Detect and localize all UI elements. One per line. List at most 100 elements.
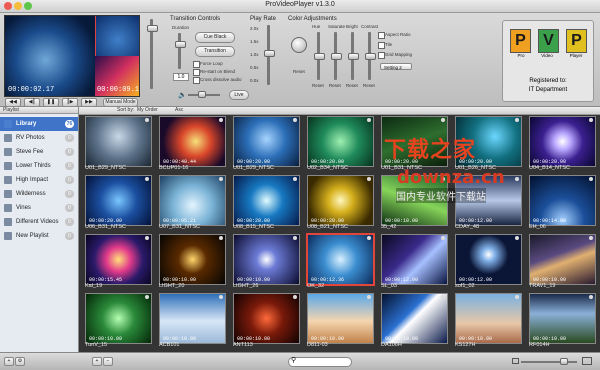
clip-tile[interactable]: 00:00:12.00 SL_03 — [379, 233, 448, 292]
clip-tile[interactable]: 00:00:10.00 TRAV1_19 — [527, 233, 596, 292]
reset-label-2[interactable]: Reset — [329, 83, 341, 88]
clip-info-icon[interactable] — [293, 236, 297, 240]
sidebar-item-lower-thirds[interactable]: Lower Thirds 0 — [0, 159, 78, 173]
clip-info-icon[interactable] — [515, 118, 519, 122]
clip-info-icon[interactable] — [367, 236, 371, 240]
clip-tile[interactable]: 00:00:15.45 Kal_19 — [83, 233, 152, 292]
clip-thumbnail[interactable]: 00:00:10.00 — [85, 293, 152, 344]
sidebar-item-high-impact[interactable]: High Impact 0 — [0, 173, 78, 187]
clip-tile[interactable]: 00:00:20.00 U04_B14_NTSC — [527, 115, 596, 174]
sidebar-item-library[interactable]: Library 76 — [0, 117, 78, 131]
hue-knob[interactable] — [314, 53, 325, 60]
clip-info-icon[interactable] — [219, 236, 223, 240]
master-color-dial[interactable] — [291, 37, 307, 53]
saturate-knob[interactable] — [331, 53, 342, 60]
clip-info-icon[interactable] — [589, 118, 593, 122]
reset-label-4[interactable]: Reset — [363, 83, 375, 88]
cue-black-button[interactable]: Cue Black — [195, 32, 235, 43]
step-forward-icon[interactable]: ┃▶ — [62, 98, 78, 107]
step-back-icon[interactable]: ◀┃ — [24, 98, 40, 107]
clip-tile[interactable]: 00:00:10.00 ANT113 — [231, 292, 300, 351]
clip-thumbnail[interactable]: 00:00:10.00 — [233, 293, 300, 344]
clip-thumbnail[interactable]: 00:00:10.00 — [233, 234, 300, 285]
clip-info-icon[interactable] — [515, 177, 519, 181]
clip-thumbnail[interactable]: 00:00:10.00 — [529, 234, 596, 285]
sidebar-item-wilderness[interactable]: Wilderness 0 — [0, 187, 78, 201]
preview-monitor[interactable]: 00:00:02.17 00:00:09.13 — [4, 15, 140, 97]
clip-thumbnail[interactable]: 00:00:10.00 — [455, 293, 522, 344]
clip-info-icon[interactable] — [589, 295, 593, 299]
clip-tile[interactable]: 00:00:10.00 LIGHT_26 — [231, 233, 300, 292]
duration-knob[interactable] — [175, 41, 186, 48]
clip-thumbnail[interactable]: 00:00:10.00 — [381, 293, 448, 344]
playlist-gear-icon[interactable]: ⚙ — [15, 357, 25, 366]
clip-info-icon[interactable] — [441, 295, 445, 299]
clip-info-icon[interactable] — [515, 236, 519, 240]
remove-clip-icon[interactable]: − — [103, 357, 113, 366]
sidebar-item-rv-photos[interactable]: RV Photos 0 — [0, 131, 78, 145]
clip-tile[interactable]: 00:00:20.00 U08_B21_NTSC — [305, 174, 374, 233]
clip-thumbnail[interactable]: 00:00:20.00 — [233, 116, 300, 167]
duration-slider[interactable] — [178, 33, 181, 69]
clip-tile[interactable]: 00:00:20.00 U06_B31_NTSC — [83, 174, 152, 233]
fast-forward-icon[interactable]: ▶▶ — [81, 98, 97, 107]
sidebar-item-different-videos[interactable]: Different Videos 0 — [0, 215, 78, 229]
clip-thumbnail[interactable]: 00:00:10.00 — [307, 293, 374, 344]
thumb-size-knob[interactable] — [560, 358, 568, 365]
clip-thumbnail[interactable] — [85, 116, 152, 167]
play-rate-knob[interactable] — [264, 50, 275, 57]
clip-tile[interactable]: 00:00:10.00 DA106H — [379, 292, 448, 351]
force-loop-checkbox[interactable] — [193, 61, 200, 68]
master-fader-knob[interactable] — [147, 25, 158, 32]
clip-thumbnail[interactable]: 00:00:20.00 — [529, 116, 596, 167]
duration-field[interactable]: 1.0 — [173, 73, 189, 81]
clip-info-icon[interactable] — [441, 236, 445, 240]
clip-tile[interactable]: U01_B29_NTSC — [83, 115, 152, 174]
clip-tile[interactable]: 00:00:20.00 U02_B34_NTSC — [305, 115, 374, 174]
clip-info-icon[interactable] — [367, 118, 371, 122]
clip-info-icon[interactable] — [293, 295, 297, 299]
clip-thumbnail[interactable]: 00:00:10.00 — [159, 234, 226, 285]
volume-knob[interactable] — [198, 91, 206, 98]
clip-info-icon[interactable] — [293, 177, 297, 181]
add-playlist-icon[interactable]: + — [4, 357, 14, 366]
clip-tile[interactable]: 00:00:40.44 BCUP01-16 — [157, 115, 226, 174]
clip-tile[interactable]: 00:00:10.00 KS127H — [453, 292, 522, 351]
clip-tile[interactable]: 00:00:10.00 D811-03 — [305, 292, 374, 351]
clip-info-icon[interactable] — [219, 295, 223, 299]
clip-info-icon[interactable] — [367, 295, 371, 299]
grid-mapping-checkbox[interactable] — [378, 52, 385, 59]
clip-info-icon[interactable] — [145, 118, 149, 122]
sort-direction[interactable]: Asc — [175, 107, 183, 113]
clip-tile[interactable]: 00:00:10.00 TunV_15 — [83, 292, 152, 351]
reset-label-3[interactable]: Reset — [346, 83, 358, 88]
clip-info-icon[interactable] — [589, 177, 593, 181]
clip-tile[interactable]: 00:00:12.00 sof1_02 — [453, 233, 522, 292]
preview-thumb-top[interactable] — [95, 16, 139, 57]
clip-thumbnail[interactable]: 00:00:05.21 — [159, 175, 226, 226]
setting-select[interactable]: Setting 2 — [380, 63, 412, 70]
clip-tile[interactable]: 00:00:20.00 U08_B15_NTSC — [231, 174, 300, 233]
clip-thumbnail[interactable]: 00:00:12.00 — [381, 234, 448, 285]
clip-thumbnail[interactable]: 00:00:20.00 — [85, 175, 152, 226]
manual-mode-button[interactable]: Manual Mode — [103, 98, 138, 107]
reset-label-1[interactable]: Reset — [312, 83, 324, 88]
thumb-size-slider[interactable] — [521, 361, 577, 363]
clip-tile[interactable]: 00:00:12.36 OK_32 — [305, 233, 374, 292]
clip-info-icon[interactable] — [589, 236, 593, 240]
clip-thumbnail[interactable]: 00:00:40.44 — [159, 116, 226, 167]
sort-order-select[interactable]: My Order — [137, 107, 158, 113]
pause-icon[interactable]: ❚❚ — [43, 98, 59, 107]
clip-thumbnail[interactable]: 00:00:20.00 — [307, 116, 374, 167]
clip-info-icon[interactable] — [441, 118, 445, 122]
add-clip-icon[interactable]: + — [92, 357, 102, 366]
restart-on-blend-checkbox[interactable] — [193, 69, 200, 76]
clip-info-icon[interactable] — [367, 177, 371, 181]
clip-thumbnail[interactable]: 00:00:15.45 — [85, 234, 152, 285]
tile-checkbox[interactable] — [378, 42, 385, 49]
clip-thumbnail[interactable]: 00:00:10.00 — [529, 293, 596, 344]
contrast-knob[interactable] — [365, 53, 376, 60]
clip-thumbnail[interactable]: 00:00:12.00 — [455, 234, 522, 285]
clip-info-icon[interactable] — [145, 236, 149, 240]
clip-tile[interactable]: 00:00:10.00 RF014H — [527, 292, 596, 351]
